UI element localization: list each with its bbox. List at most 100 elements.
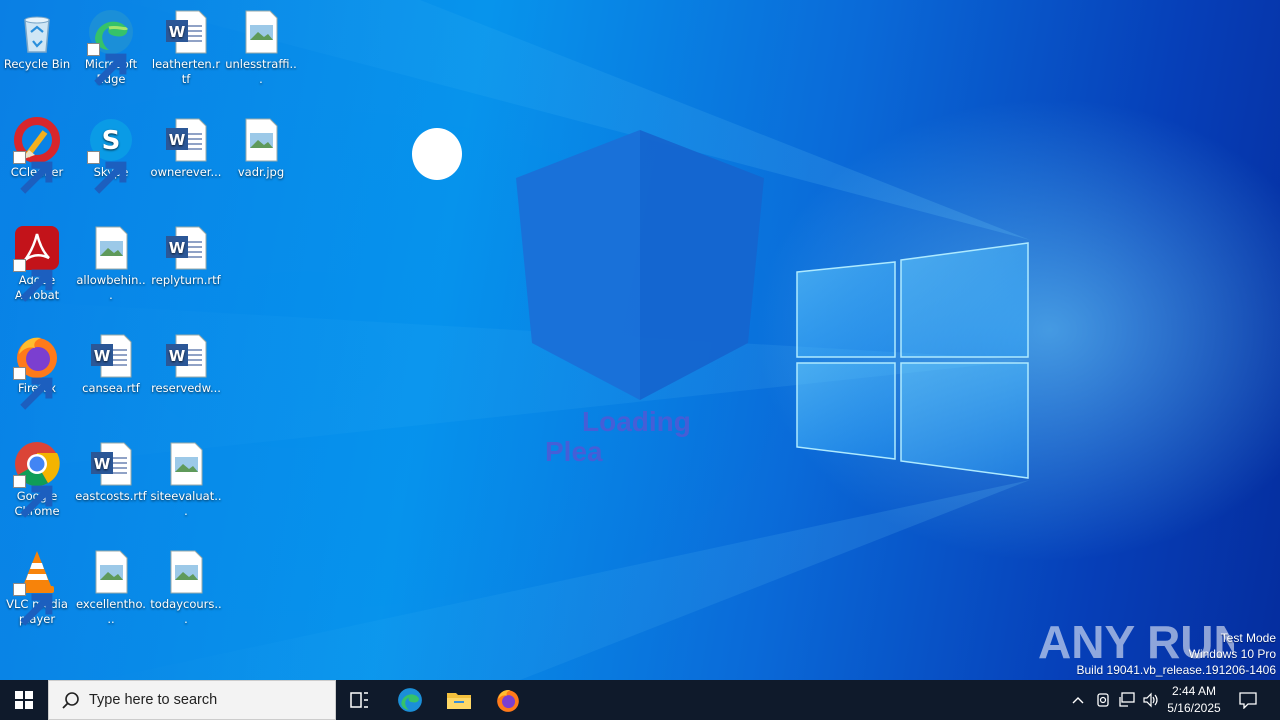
chrome-icon [13,440,61,518]
windows-start-icon [15,691,33,709]
desktop-icon-word-document[interactable]: W ownerever... [148,110,224,180]
recycle-bin-icon [13,8,61,56]
desktop-icon-word-document[interactable]: W leatherten.rtf [148,2,224,87]
start-button[interactable] [0,680,48,720]
clock-date: 5/16/2025 [1167,701,1221,715]
word-document-icon: W [162,116,210,164]
image-file-icon [87,548,135,596]
desktop-icon-label: todaycours... [150,597,222,626]
word-document-icon: W [162,332,210,380]
desktop-icon-label: allowbehin... [76,273,146,302]
desktop-icon-image-file[interactable]: todaycours... [148,542,224,627]
svg-text:W: W [169,131,186,149]
taskbar-clock[interactable]: 2:44 AM 5/16/2025 [1160,683,1228,717]
desktop-icon-label: cansea.rtf [82,381,140,395]
desktop-icon-image-file[interactable]: allowbehin... [73,218,149,303]
vlc-icon [13,548,61,626]
taskbar-firefox-button[interactable] [484,680,532,720]
desktop-icon-vlc[interactable]: VLC media player [0,542,75,627]
network-button[interactable] [1116,680,1138,720]
desktop-icon-recycle-bin[interactable]: Recycle Bin [0,2,75,72]
desktop-icon-microsoft-edge[interactable]: Microsoft Edge [73,2,149,87]
svg-text:W: W [169,347,186,365]
task-view-icon [350,692,368,708]
shortcut-arrow-icon [13,259,53,302]
loading-text: Loading [582,406,691,437]
network-icon [1119,692,1135,707]
task-view-button[interactable] [336,680,384,720]
desktop-icon-ccleaner[interactable]: CCleaner [0,110,75,194]
watermark-line-2: Windows 10 Pro [1188,647,1276,661]
desktop-icon-word-document[interactable]: W cansea.rtf [73,326,149,396]
desktop-icon-word-document[interactable]: W eastcosts.rtf [73,434,149,504]
shortcut-arrow-icon [13,367,53,410]
taskbar-edge-button[interactable] [386,680,434,720]
desktop-icon-image-file[interactable]: unlesstraffi... [223,2,299,87]
desktop-icon-firefox[interactable]: Firefox [0,326,75,410]
word-document-icon: W [87,332,135,380]
image-file-icon [237,116,285,164]
desktop-icon-label: eastcosts.rtf [75,489,147,503]
shortcut-arrow-icon [13,583,53,626]
file-explorer-icon [447,693,471,709]
search-placeholder: Type here to search [89,692,218,708]
notification-icon [1239,692,1257,709]
desktop-icon-label: siteevaluat... [150,489,222,518]
taskbar: Type here to search 2:44 AM 5/16/2025 [0,680,1280,720]
tray-app-button[interactable] [1092,680,1114,720]
desktop-icon-google-chrome[interactable]: Google Chrome [0,434,75,519]
image-file-icon [162,548,210,596]
action-center-button[interactable] [1232,680,1264,720]
desktop-icon-label: vadr.jpg [237,165,285,179]
desktop-icon-skype[interactable]: S Skype [73,110,149,194]
shortcut-arrow-icon [87,151,127,194]
loading-cube-graphic [516,130,764,400]
desktop-icon-image-file[interactable]: excellentho... [73,542,149,627]
adobe-acrobat-icon [13,224,61,302]
desktop-icon-image-file[interactable]: vadr.jpg [223,110,299,180]
desktop-icon-label: ownerever... [150,165,222,179]
desktop-icon-label: excellentho... [76,597,146,626]
desktop-icon-word-document[interactable]: W replyturn.rtf [148,218,224,288]
word-document-icon: W [162,8,210,56]
firefox-icon [497,690,519,712]
svg-text:W: W [169,23,186,41]
desktop-icon-image-file[interactable]: siteevaluat... [148,434,224,519]
desktop-icon-label: unlesstraffi... [225,57,297,86]
ccleaner-icon [13,116,61,194]
clock-time: 2:44 AM [1171,684,1217,698]
skype-icon: S [87,116,135,194]
svg-text:W: W [94,347,111,365]
taskbar-file-explorer-button[interactable] [435,680,483,720]
please-wait-text: Plea [545,436,603,467]
firefox-icon [13,332,61,410]
edge-icon [398,688,422,712]
desktop-icon-adobe-acrobat[interactable]: Adobe Acrobat [0,218,75,303]
chevron-up-icon [1072,697,1084,704]
search-icon [62,692,79,709]
tray-app-icon [1097,693,1109,707]
word-document-icon: W [87,440,135,488]
image-file-icon [87,224,135,272]
word-document-icon: W [162,224,210,272]
volume-button[interactable] [1140,680,1162,720]
desktop-icon-label: Recycle Bin [3,57,71,71]
image-file-icon [237,8,285,56]
desktop-icon-label: reservedw... [151,381,221,395]
svg-text:W: W [169,239,186,257]
desktop-icon-word-document[interactable]: W reservedw... [148,326,224,396]
edge-icon [87,8,135,86]
desktop-icon-label: leatherten.rtf [151,57,221,86]
desktop-icon-label: replyturn.rtf [151,273,221,287]
shortcut-arrow-icon [87,43,127,86]
watermark-line-3: Build 19041.vb_release.191206-1406 [1076,663,1277,677]
mouse-cursor-blob [412,128,462,180]
watermark-line-1: Test Mode [1220,631,1276,645]
show-hidden-icons-button[interactable] [1068,680,1088,720]
desktop[interactable]: Loading Plea Recycle Bin CCleaner Adobe … [0,0,1280,680]
shortcut-arrow-icon [13,151,53,194]
shortcut-arrow-icon [13,475,53,518]
test-mode-watermark: Test Mode Windows 10 Pro Build 19041.vb_… [1077,630,1277,678]
svg-text:W: W [94,455,111,473]
taskbar-search-box[interactable]: Type here to search [48,680,336,720]
